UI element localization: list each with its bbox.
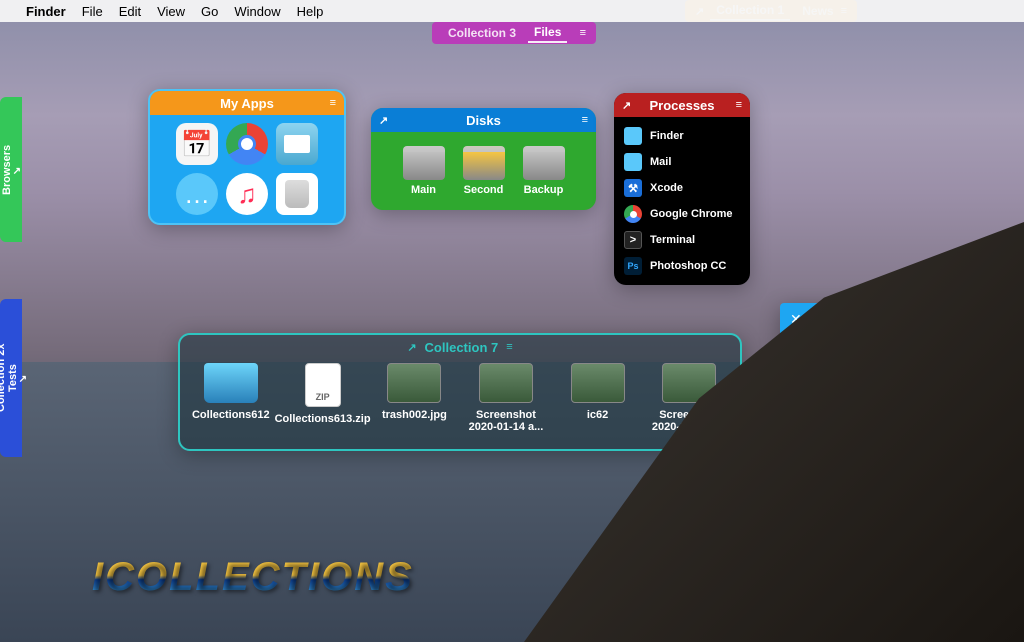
panel-title: Collection 7 — [425, 340, 499, 355]
pill-tab-files[interactable]: Files — [528, 23, 567, 43]
file-label: Collections613.zip — [275, 413, 371, 425]
top-pill-purple[interactable]: Collection 3 Files ≡ — [432, 22, 596, 44]
file-item[interactable]: trash002.jpg — [374, 363, 456, 433]
pill-tab-collection3[interactable]: Collection 3 — [442, 24, 522, 42]
file-label: ic62 — [587, 409, 608, 421]
menubar-app[interactable]: Finder — [26, 4, 66, 19]
file-item[interactable]: ZIPCollections613.zip — [282, 363, 364, 433]
panel-body: Collections612ZIPCollections613.ziptrash… — [180, 359, 740, 437]
popout-icon[interactable]: ↗ — [19, 375, 27, 386]
popout-icon[interactable]: ↗ — [407, 341, 416, 354]
chrome-icon[interactable] — [226, 123, 268, 165]
sidetab-browsers[interactable]: Browsers ↗ — [0, 97, 22, 242]
popout-icon[interactable]: ↗ — [622, 99, 631, 112]
disk-item[interactable]: Backup — [523, 146, 565, 196]
disk-label: Backup — [524, 184, 564, 196]
image-thumbnail — [571, 363, 625, 403]
popout-icon[interactable]: ↗ — [379, 114, 388, 127]
panel-header[interactable]: My Apps ≡ — [150, 91, 344, 115]
menu-icon[interactable]: ≡ — [580, 27, 586, 39]
image-thumbnail — [479, 363, 533, 403]
file-item[interactable]: ic62 — [557, 363, 639, 433]
process-label: Finder — [650, 130, 684, 142]
disk-icon — [523, 146, 565, 180]
messages-icon[interactable]: … — [176, 173, 218, 215]
mail-icon[interactable] — [276, 123, 318, 165]
menubar: Finder File Edit View Go Window Help — [0, 0, 1024, 22]
disk-label: Second — [464, 184, 504, 196]
process-label: Xcode — [650, 182, 683, 194]
menu-icon[interactable]: ≡ — [736, 99, 742, 111]
menu-icon[interactable]: ≡ — [506, 341, 512, 353]
menu-window[interactable]: Window — [234, 4, 280, 19]
process-label: Terminal — [650, 234, 695, 246]
sidetab-label-2[interactable]: Tests — [7, 364, 19, 392]
panel-my-apps[interactable]: My Apps ≡ 📅 …♫ — [148, 89, 346, 225]
process-item[interactable]: Finder — [620, 123, 744, 149]
process-label: Google Chrome — [650, 208, 733, 220]
menu-go[interactable]: Go — [201, 4, 218, 19]
zip-icon: ZIP — [305, 363, 341, 407]
mail-icon — [624, 153, 642, 171]
process-label: Photoshop CC — [650, 260, 726, 272]
process-item[interactable]: ⚒ Xcode — [620, 175, 744, 201]
disk-label: Main — [411, 184, 436, 196]
disk-icon — [463, 146, 505, 180]
panel-collection7[interactable]: ↗ Collection 7 ≡ Collections612ZIPCollec… — [178, 333, 742, 451]
menu-icon[interactable]: ≡ — [330, 97, 336, 109]
sidetab-collection2x[interactable]: Collection 2x Tests ↗ — [0, 299, 22, 457]
popout-icon[interactable]: ↗ — [13, 166, 21, 177]
panel-title: Processes — [649, 98, 714, 113]
process-label: Mail — [650, 156, 671, 168]
music-icon[interactable]: ♫ — [226, 173, 268, 215]
folder-icon — [204, 363, 258, 403]
menu-file[interactable]: File — [82, 4, 103, 19]
file-item[interactable]: Collections612 — [190, 363, 272, 433]
menu-edit[interactable]: Edit — [119, 4, 141, 19]
panel-header[interactable]: ↗ Disks ≡ — [371, 108, 596, 132]
sidetab-label-1[interactable]: Collection 2x — [0, 344, 7, 412]
panel-header[interactable]: ↗ Collection 7 ≡ — [180, 335, 740, 359]
terminal-icon: > — [624, 231, 642, 249]
panel-body: Finder Mail ⚒ Xcode Google Chrome > Terminal Ps… — [614, 117, 750, 285]
chrome-icon — [624, 205, 642, 223]
photoshop-icon: Ps — [624, 257, 642, 275]
xcode-icon: ⚒ — [624, 179, 642, 197]
panel-body: Main Second Backup — [371, 132, 596, 210]
image-thumbnail — [387, 363, 441, 403]
trash-icon[interactable] — [276, 173, 318, 215]
menu-icon[interactable]: ≡ — [582, 114, 588, 126]
panel-title: Disks — [466, 113, 501, 128]
panel-header[interactable]: ↗ Processes ≡ — [614, 93, 750, 117]
file-label: Collections612 — [192, 409, 270, 421]
process-item[interactable]: Ps Photoshop CC — [620, 253, 744, 279]
process-item[interactable]: Google Chrome — [620, 201, 744, 227]
panel-processes[interactable]: ↗ Processes ≡ Finder Mail ⚒ Xcode Google Chr… — [614, 93, 750, 285]
process-item[interactable]: > Terminal — [620, 227, 744, 253]
finder-icon — [624, 127, 642, 145]
file-item[interactable]: Screenshot 2020-01-14 a... — [465, 363, 547, 433]
disk-item[interactable]: Main — [403, 146, 445, 196]
file-label: Screenshot 2020-01-14 a... — [465, 409, 547, 433]
disk-item[interactable]: Second — [463, 146, 505, 196]
panel-title: My Apps — [220, 96, 274, 111]
menu-view[interactable]: View — [157, 4, 185, 19]
disk-icon — [403, 146, 445, 180]
calendar-icon[interactable]: 📅 — [176, 123, 218, 165]
panel-disks[interactable]: ↗ Disks ≡ Main Second Backup — [371, 108, 596, 210]
logo-icollections: ICOLLECTIONS — [92, 555, 414, 600]
panel-body: 📅 …♫ — [150, 115, 344, 223]
process-item[interactable]: Mail — [620, 149, 744, 175]
menu-help[interactable]: Help — [297, 4, 324, 19]
sidetab-label: Browsers — [1, 144, 13, 194]
file-label: trash002.jpg — [382, 409, 447, 421]
